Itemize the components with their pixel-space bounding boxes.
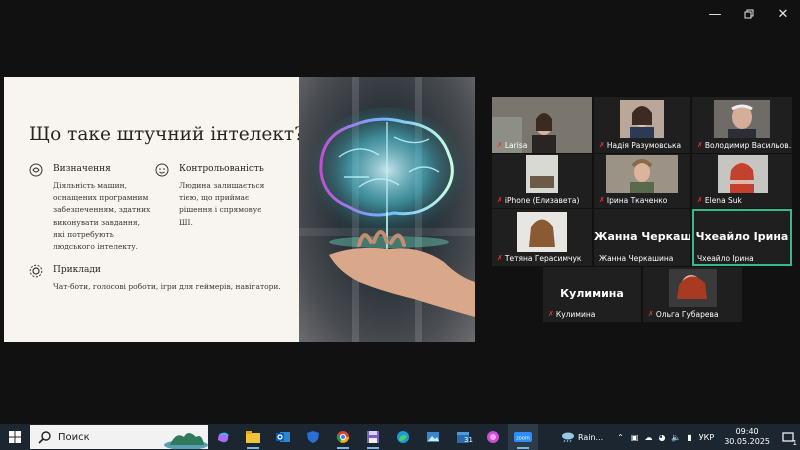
chrome-icon[interactable] xyxy=(328,424,358,450)
svg-text:zoom: zoom xyxy=(516,436,530,442)
participant-name: Ольга Губарева xyxy=(655,310,719,319)
chevron-up-icon[interactable]: ⌃ xyxy=(617,433,624,442)
participant-name: Тетяна Герасимчук xyxy=(504,254,582,263)
calendar-icon[interactable]: 31 xyxy=(448,424,478,450)
participant-tile[interactable]: ✗ Надія Разумовська xyxy=(594,97,690,153)
participant-tile[interactable]: ✗ Larisa xyxy=(492,97,592,153)
participant-tile[interactable]: Жанна Черкаш... Жанна Черкашина xyxy=(594,209,690,266)
search-placeholder: Поиск xyxy=(58,431,90,443)
windows-icon xyxy=(9,431,21,443)
feature-text: Чат-боти, голосові роботи, ігри для гейм… xyxy=(53,282,281,291)
face-icon xyxy=(155,163,169,177)
system-tray: Rain... ⌃ ▣ ☁ ◕ 🔈 ▮ УКР 09:40 30.05.2025… xyxy=(561,424,800,450)
save-icon[interactable] xyxy=(358,424,388,450)
slide-content: Що таке штучний інтелект? Визначення Дія… xyxy=(4,77,304,342)
participant-tile[interactable]: ✗ Ірина Ткаченко xyxy=(594,154,690,208)
participant-name: Larisa xyxy=(504,141,528,150)
mic-muted-icon: ✗ xyxy=(599,196,605,204)
participant-tile[interactable]: ✗ Ольга Губарева xyxy=(643,267,742,322)
rain-icon xyxy=(561,432,574,443)
zoom-icon[interactable]: zoom xyxy=(508,424,538,450)
mic-muted-icon: ✗ xyxy=(548,310,554,318)
window-controls: — ✕ xyxy=(698,0,800,28)
participant-tile[interactable]: ✗ Elena Suk xyxy=(692,154,792,208)
outlook-icon[interactable] xyxy=(268,424,298,450)
active-speaker-tile[interactable]: Чхеайло Ірина Чхеайло Ірина xyxy=(692,209,792,266)
mic-muted-icon: ✗ xyxy=(599,141,605,149)
participant-name: Жанна Черкашина xyxy=(599,254,674,263)
participant-display-name: Чхеайло Ірина xyxy=(695,229,789,243)
participant-tile[interactable]: ✗ iPhone (Елизавета) xyxy=(492,154,592,208)
start-button[interactable] xyxy=(0,424,30,450)
calendar-badge: 31 xyxy=(464,436,473,444)
network-display-icon[interactable]: ▣ xyxy=(631,433,639,442)
ai-brain-image xyxy=(299,77,475,342)
clock[interactable]: 09:40 30.05.2025 xyxy=(724,427,770,447)
participant-name: Володимир Васильов... xyxy=(704,141,792,150)
participant-name: iPhone (Елизавета) xyxy=(504,196,580,205)
feature-text: Діяльність машин, оснащених програмним з… xyxy=(53,181,151,252)
participant-name: Elena Suk xyxy=(704,196,742,205)
participant-name: Кулимина xyxy=(555,310,596,319)
participant-name: Ірина Ткаченко xyxy=(606,196,668,205)
taskbar-search[interactable]: Поиск xyxy=(30,425,208,449)
participant-tile[interactable]: ✗ Володимир Васильов... xyxy=(692,97,792,153)
defender-icon[interactable] xyxy=(298,424,328,450)
shared-slide: Що таке штучний інтелект? Визначення Дія… xyxy=(4,77,475,342)
photos-icon[interactable] xyxy=(418,424,448,450)
participant-display-name: Кулимина xyxy=(560,286,624,300)
slide-title: Що таке штучний інтелект? xyxy=(29,124,305,145)
participant-tile[interactable]: Кулимина ✗ Кулимина xyxy=(543,267,641,322)
minimize-icon[interactable]: — xyxy=(698,0,732,28)
copilot-icon[interactable] xyxy=(208,424,238,450)
feature-title: Визначення xyxy=(53,164,111,174)
close-icon[interactable]: ✕ xyxy=(766,0,800,28)
notification-center[interactable]: 1 xyxy=(776,424,800,450)
clock-date: 30.05.2025 xyxy=(724,437,770,446)
volume-icon[interactable]: 🔈 xyxy=(671,433,681,442)
taskbar: Поиск 31 zoom Rain... ⌃ ▣ ☁ ◕ 🔈 ▮ УКР 09… xyxy=(0,424,800,450)
weather-widget[interactable]: Rain... xyxy=(561,431,603,443)
file-explorer-icon[interactable] xyxy=(238,424,268,450)
mic-muted-icon: ✗ xyxy=(648,310,654,318)
participant-name: Чхеайло Ірина xyxy=(697,254,754,263)
feature-text: Людина залишається тією, що приймає ріше… xyxy=(179,181,265,227)
mic-muted-icon: ✗ xyxy=(697,141,703,149)
mic-muted-icon: ✗ xyxy=(497,141,503,149)
notification-count: 1 xyxy=(792,439,797,447)
battery-icon[interactable]: ▮ xyxy=(687,433,691,442)
clock-time: 09:40 xyxy=(735,427,759,436)
gear-icon xyxy=(29,264,43,278)
brain-icon xyxy=(29,163,43,177)
feature-title: Контрольованість xyxy=(179,164,264,174)
language-indicator[interactable]: УКР xyxy=(699,433,714,442)
participant-tile[interactable]: ✗ Тетяна Герасимчук xyxy=(492,209,592,266)
mic-muted-icon: ✗ xyxy=(497,196,503,204)
participant-display-name: Жанна Черкаш... xyxy=(594,229,690,243)
weather-label: Rain... xyxy=(577,432,604,442)
mic-muted-icon: ✗ xyxy=(497,254,503,262)
edge-icon[interactable] xyxy=(388,424,418,450)
feature-title: Приклади xyxy=(53,265,101,275)
teams-icon[interactable] xyxy=(478,424,508,450)
onedrive-icon[interactable]: ☁ xyxy=(644,433,652,442)
participant-name: Надія Разумовська xyxy=(606,141,682,150)
restore-icon[interactable] xyxy=(732,0,766,28)
mic-muted-icon: ✗ xyxy=(697,196,703,204)
search-icon xyxy=(38,431,51,444)
search-highlight-icon xyxy=(164,433,208,449)
wifi-icon[interactable]: ◕ xyxy=(658,433,665,442)
